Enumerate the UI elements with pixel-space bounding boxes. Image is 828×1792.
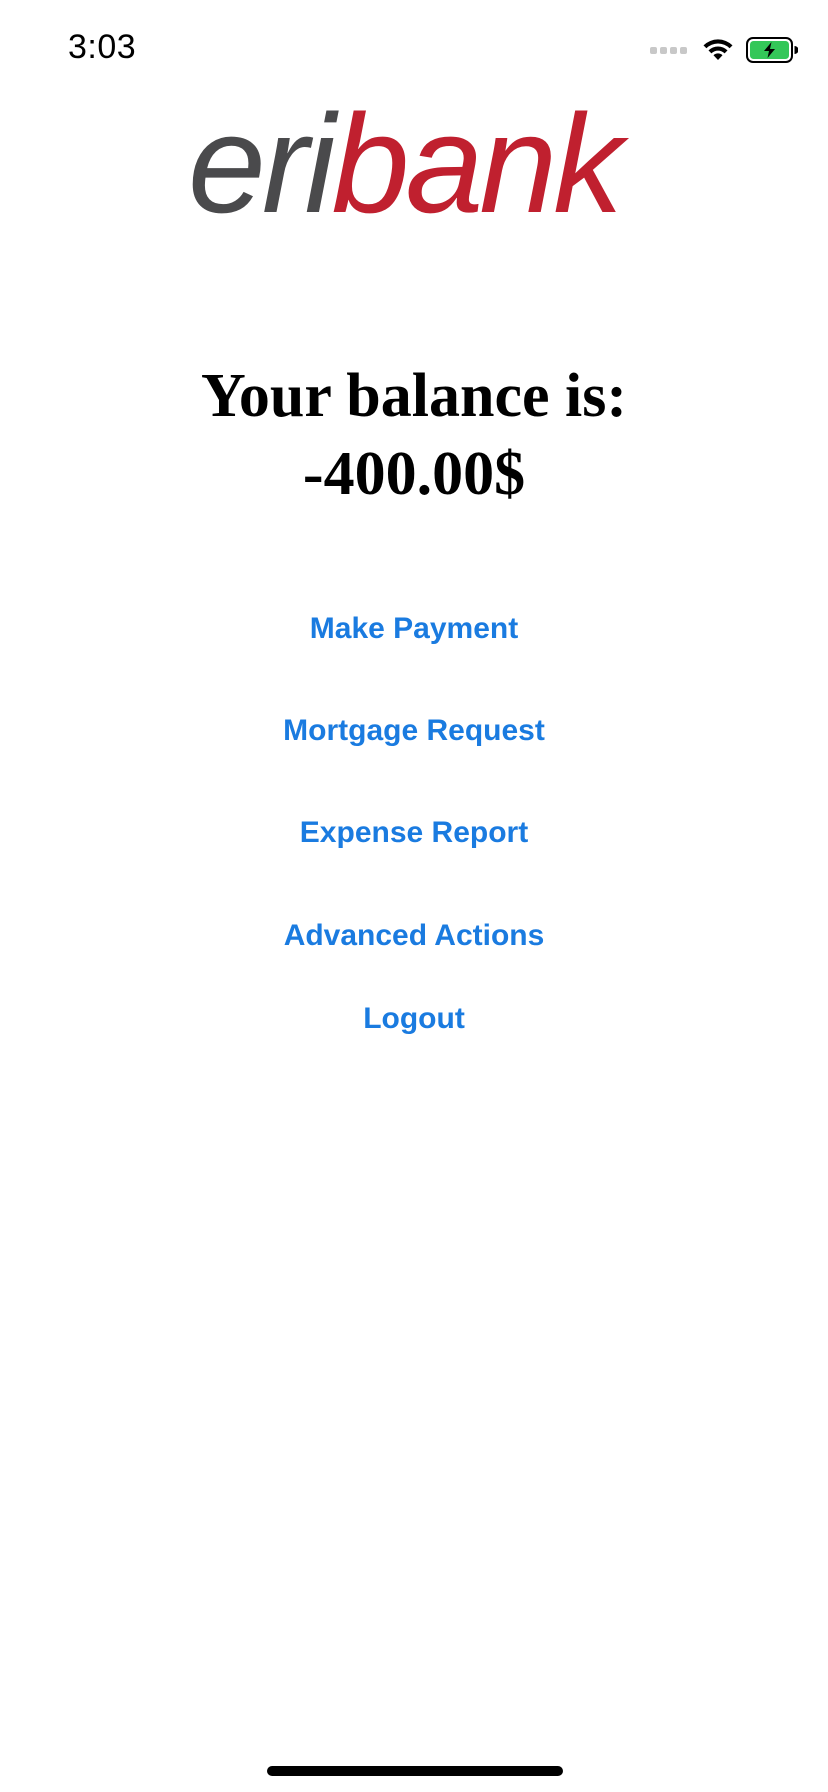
wifi-icon <box>703 39 733 60</box>
logout-label: Logout <box>363 1002 465 1035</box>
mortgage-request-button[interactable]: Mortgage Request <box>0 709 828 753</box>
battery-charging-icon <box>746 37 798 63</box>
expense-report-button[interactable]: Expense Report <box>0 811 828 855</box>
eribank-logo: eribank <box>188 102 633 232</box>
logout-button[interactable]: Logout <box>0 997 828 1041</box>
status-time: 3:03 <box>68 28 137 66</box>
balance-value: -400.00$ <box>302 440 526 508</box>
make-payment-label: Make Payment <box>309 612 519 645</box>
advanced-actions-label: Advanced Actions <box>283 919 545 952</box>
logo-text-bank: bank <box>332 102 630 232</box>
status-icons <box>650 36 798 64</box>
logo-text-eri: eri <box>188 102 339 232</box>
make-payment-button[interactable]: Make Payment <box>0 607 828 651</box>
home-indicator[interactable] <box>267 1766 563 1776</box>
svg-text:eribank: eribank <box>188 102 629 232</box>
balance-label: Your balance is: <box>200 362 627 430</box>
expense-report-label: Expense Report <box>299 816 529 849</box>
signal-dots-icon <box>650 46 690 54</box>
balance-display: Your balance is: -400.00$ <box>0 357 828 513</box>
mortgage-request-label: Mortgage Request <box>283 714 545 747</box>
status-bar: 3:03 <box>0 0 828 100</box>
advanced-actions-button[interactable]: Advanced Actions <box>0 914 828 958</box>
